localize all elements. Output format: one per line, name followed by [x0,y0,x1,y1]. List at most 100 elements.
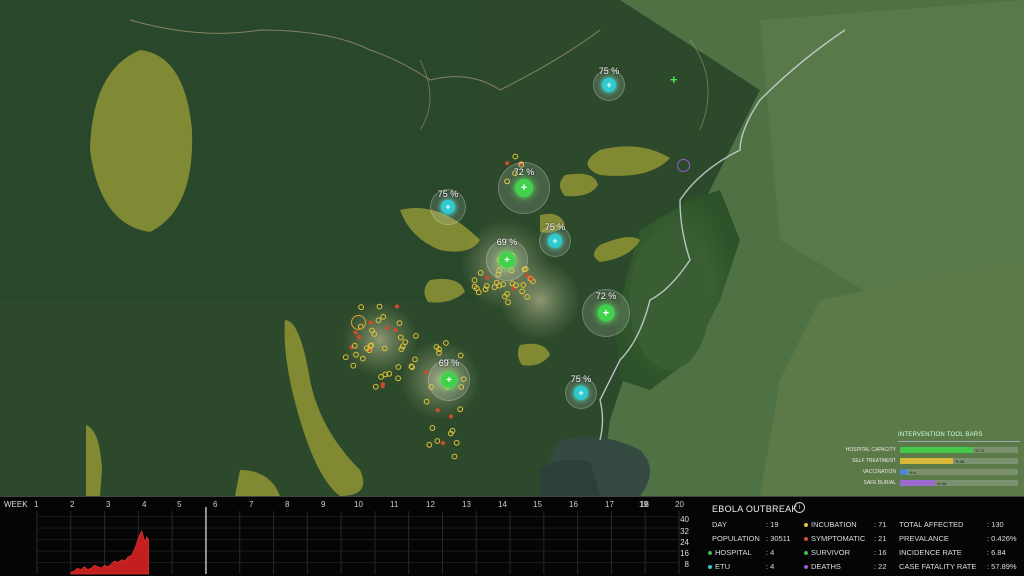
ebola-simulation-app: + 75 % + 72 % + 75 % + 75 % + 69 % + 72 … [0,0,1024,576]
bar-label: HOSPITAL CAPACITY [845,447,896,453]
hub-percent: 72 % [595,291,617,301]
incubation-case-marker [380,313,387,320]
stat-label: CASE FATALITY RATE [899,562,977,571]
death-marker-icon[interactable] [677,159,690,172]
symptomatic-case-marker [394,304,400,309]
y-tick-label: 24 [680,538,689,547]
incubation-case-marker [475,289,482,296]
bar-value: % 72 [975,448,985,453]
safe-burial-bar[interactable]: SAFE BURIAL % 34 [842,479,1022,488]
incidence-chart [36,507,680,575]
hub-percent: 75 % [598,66,620,76]
bar-fill [900,458,953,464]
stat-value: : 19 [766,520,779,529]
stat-label: PREVALANCE [899,534,949,543]
intervention-tool-bars: INTERVENTION TOOL BARS HOSPITAL CAPACITY… [842,432,1022,492]
stat-population: POPULATION : 30511 [712,534,790,543]
stat-value: : 71 [874,520,887,529]
hub-percent: 69 % [438,358,460,368]
incubation-case-marker [493,279,500,286]
incubation-case-marker [519,288,525,295]
incubation-case-marker [423,398,430,405]
bar-label: SELF TREATMENT [852,458,896,464]
etu-dot-icon [708,565,712,570]
incubation-case-marker [372,383,379,390]
y-tick-label: 32 [680,527,689,536]
incubation-case-marker [505,299,511,306]
plus-icon: + [548,234,562,248]
outbreak-title: EBOLA OUTBREAK [712,504,798,514]
deaths-dot-icon [804,565,808,570]
symptomatic-case-marker [368,320,373,325]
hospital-dot-icon [708,551,712,556]
plus-icon: + [515,179,533,197]
stat-label: SURVIVOR [811,548,851,557]
stat-label: INCIDENCE RATE [899,548,962,557]
self-treatment-bar[interactable]: SELF TREATMENT % 45 [842,457,1022,466]
bar-fill [900,480,935,486]
hub-percent: 75 % [437,189,459,199]
symptomatic-case-marker [440,441,445,446]
y-tick-label: 16 [680,549,689,558]
incubation-case-marker [434,438,441,444]
incubation-case-marker [375,317,382,324]
hospital-capacity-bar[interactable]: HOSPITAL CAPACITY % 72 [842,446,1022,455]
incubation-case-marker [512,153,519,160]
bar-label: VACCINATION [862,469,896,475]
stat-day: DAY : 19 [712,520,779,529]
incubation-case-marker [520,282,527,288]
hub-percent: 75 % [544,222,566,232]
intervention-title-underline [898,441,1020,442]
incubation-case-marker [342,354,349,361]
stat-deaths: DEATHS : 22 [804,562,887,571]
week-timeline[interactable]: WEEK 1 2 3 4 5 6 7 8 9 10 11 12 13 14 15… [0,497,697,576]
incubation-case-marker [397,334,404,341]
vaccination-bar[interactable]: VACCINATION % 6 [842,468,1022,477]
stat-value: : 130 [987,520,1004,529]
incubation-case-marker [376,303,383,310]
incubation-case-marker [426,441,433,448]
incubation-case-marker [471,277,478,284]
symptomatic-case-marker [393,327,398,333]
incubation-case-marker [353,351,359,358]
stat-value: : 30511 [766,534,791,543]
y-tick-label: 8 [684,560,689,569]
stat-total-affected: TOTAL AFFECTED : 130 [899,520,1004,529]
incubation-case-marker [381,345,388,352]
incubation-case-marker [457,406,464,413]
plus-icon: + [441,200,455,214]
bar-value: % 45 [955,459,965,464]
bar-track[interactable]: % 34 [900,480,1018,486]
satellite-map[interactable]: + 75 % + 72 % + 75 % + 75 % + 69 % + 72 … [0,0,1024,496]
stat-value: : 57.89% [987,562,1017,571]
symptomatic-case-marker [380,384,385,389]
stat-value: : 16 [874,548,887,557]
plus-icon: + [602,78,616,92]
plus-icon: + [597,304,615,322]
stat-value: : 4 [766,562,775,571]
stat-label: SYMPTOMATIC [811,534,866,543]
stat-value: : 21 [874,534,887,543]
stat-label: DAY [712,520,727,529]
small-green-plus-icon[interactable]: + [670,72,678,87]
incubation-case-marker [396,320,403,327]
bar-track[interactable]: % 45 [900,458,1018,464]
bar-track[interactable]: % 72 [900,447,1018,453]
stat-value: : 4 [766,548,775,557]
incubation-case-marker [477,270,484,276]
plus-icon: + [499,252,515,268]
info-icon[interactable]: i [794,502,805,513]
survivor-dot-icon [804,551,808,556]
case-cluster-marker-icon[interactable] [351,315,366,330]
stat-survivor: SURVIVOR : 16 [804,548,887,557]
bar-fill [900,447,973,453]
plus-icon: + [574,386,588,400]
symptomatic-case-marker [485,275,490,280]
bar-label: SAFE BURIAL [863,480,896,486]
bar-track[interactable]: % 6 [900,469,1018,475]
stat-value: : 0.426% [987,534,1017,543]
stat-etu: ETU : 4 [708,562,774,571]
stat-case-fatality-rate: CASE FATALITY RATE : 57.89% [899,562,1017,571]
stat-label: POPULATION [712,534,760,543]
incubation-case-marker [429,425,436,431]
